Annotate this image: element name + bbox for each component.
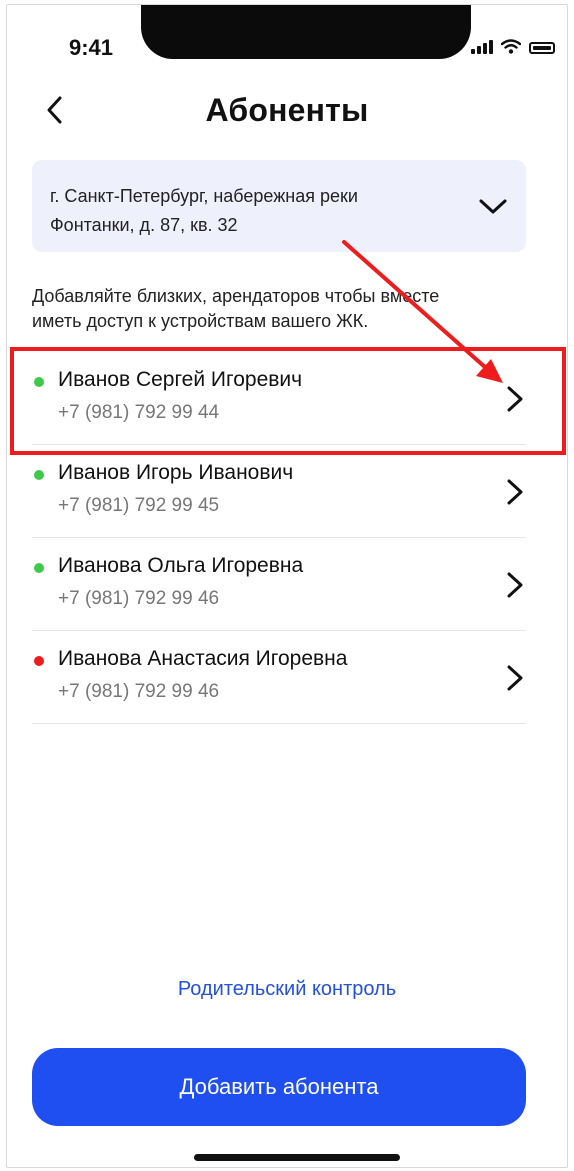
subscriber-list: Иванов Сергей Игоревич +7 (981) 792 99 4… bbox=[32, 352, 526, 724]
subscriber-name: Иванов Игорь Иванович bbox=[58, 461, 294, 484]
subscriber-phone: +7 (981) 792 99 44 bbox=[58, 402, 220, 423]
add-subscriber-button[interactable]: Добавить абонента bbox=[32, 1048, 526, 1126]
subscriber-row[interactable]: Иванов Игорь Иванович +7 (981) 792 99 45 bbox=[32, 445, 526, 538]
address-line-2: Фонтанки, д. 87, кв. 32 bbox=[50, 215, 238, 235]
subscriber-row[interactable]: Иванова Ольга Игоревна +7 (981) 792 99 4… bbox=[32, 538, 526, 631]
home-indicator bbox=[194, 1154, 400, 1161]
status-dot bbox=[34, 377, 44, 387]
device-notch bbox=[141, 5, 471, 59]
subscriber-row[interactable]: Иванов Сергей Игоревич +7 (981) 792 99 4… bbox=[32, 352, 526, 445]
subscriber-phone: +7 (981) 792 99 45 bbox=[58, 495, 220, 516]
status-dot bbox=[34, 563, 44, 573]
subscriber-name: Иванов Сергей Игоревич bbox=[58, 368, 303, 391]
status-icons bbox=[471, 39, 555, 54]
wifi-icon bbox=[501, 39, 521, 54]
hint-text: Добавляйте близких, арендаторов чтобы вм… bbox=[32, 284, 532, 334]
subscriber-name: Иванова Ольга Игоревна bbox=[58, 554, 304, 577]
chevron-down-icon[interactable] bbox=[478, 194, 508, 218]
chevron-right-icon[interactable] bbox=[504, 570, 526, 600]
status-time: 9:41 bbox=[69, 35, 114, 60]
subscriber-phone: +7 (981) 792 99 46 bbox=[58, 588, 220, 609]
status-dot bbox=[34, 470, 44, 480]
cellular-signal-icon bbox=[471, 40, 493, 54]
page-title: Абоненты bbox=[205, 92, 369, 128]
address-line-1: г. Санкт-Петербург, набережная реки bbox=[50, 186, 358, 206]
address-selector[interactable]: г. Санкт-Петербург, набережная реки Фонт… bbox=[32, 160, 526, 252]
subscriber-row[interactable]: Иванова Анастасия Игоревна +7 (981) 792 … bbox=[32, 631, 526, 724]
chevron-right-icon[interactable] bbox=[504, 384, 526, 414]
chevron-right-icon[interactable] bbox=[504, 663, 526, 693]
hint-line-2: иметь доступ к устройствам вашего ЖК. bbox=[32, 311, 369, 331]
chevron-right-icon[interactable] bbox=[504, 477, 526, 507]
battery-icon bbox=[529, 42, 555, 54]
hint-line-1: Добавляйте близких, арендаторов чтобы вм… bbox=[32, 286, 440, 306]
subscriber-phone: +7 (981) 792 99 46 bbox=[58, 681, 220, 702]
parental-control-link[interactable]: Родительский контроль bbox=[0, 978, 574, 1001]
status-dot bbox=[34, 656, 44, 666]
subscriber-name: Иванова Анастасия Игоревна bbox=[58, 647, 348, 670]
address-text: г. Санкт-Петербург, набережная реки Фонт… bbox=[50, 182, 450, 240]
